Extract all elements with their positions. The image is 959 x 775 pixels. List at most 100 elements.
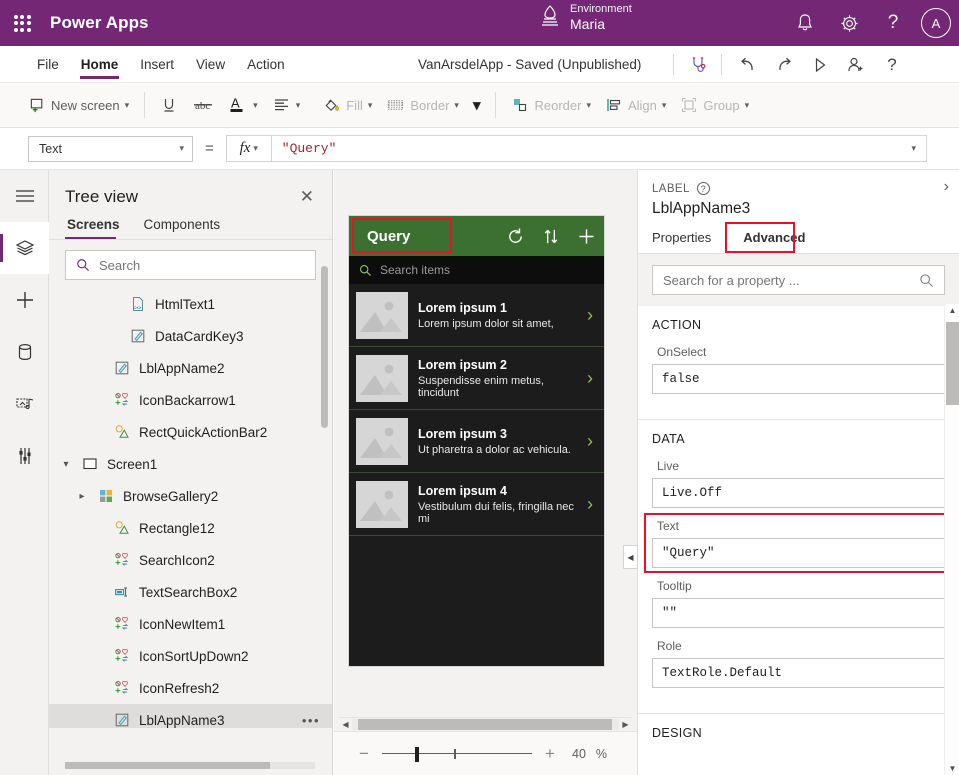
tab-properties[interactable]: Properties (652, 225, 721, 253)
tree-item-datacardkey3[interactable]: DataCardKey3 (49, 320, 332, 352)
close-icon[interactable]: ✕ (296, 186, 318, 207)
tree-item-rectangle12[interactable]: Rectangle12 (49, 512, 332, 544)
redo-icon[interactable] (766, 46, 802, 83)
align-button[interactable]: Align ▾ (598, 89, 673, 121)
tree-item-iconnewitem1[interactable]: IconNewItem1 (49, 608, 332, 640)
share-user-icon[interactable] (838, 46, 874, 83)
menu-action[interactable]: Action (236, 46, 296, 83)
expand-chevron-icon[interactable]: › (944, 178, 949, 196)
undo-icon[interactable] (730, 46, 766, 83)
tree-search-input[interactable]: Search (65, 250, 316, 280)
tree-item-lblappname3[interactable]: LblAppName3••• (49, 704, 332, 728)
tree-horizontal-thumb[interactable] (65, 762, 270, 769)
sidebar-item-insert[interactable] (0, 274, 49, 326)
app-preview-screen[interactable]: Query (348, 215, 605, 667)
menu-view[interactable]: View (185, 46, 236, 83)
brand-title[interactable]: Power Apps (50, 13, 149, 33)
zoom-slider-thumb[interactable] (415, 747, 419, 762)
tab-screens[interactable]: Screens (65, 213, 126, 239)
preview-play-icon[interactable] (802, 46, 838, 83)
tree-item-searchicon2[interactable]: SearchIcon2 (49, 544, 332, 576)
sidebar-item-advanced-tools[interactable] (0, 430, 49, 482)
app-search-box[interactable]: Search items (349, 256, 604, 284)
chevron-right-icon[interactable]: › (587, 494, 593, 515)
tree-horizontal-scrollbar[interactable] (65, 762, 315, 769)
chevron-right-icon[interactable]: › (587, 305, 593, 326)
app-title-label[interactable]: Query (359, 228, 410, 245)
more-options-button[interactable]: ▾ (466, 89, 488, 121)
border-button[interactable]: Border ▾ (379, 89, 466, 121)
font-color-button[interactable]: A ▾ (221, 89, 265, 121)
notifications-icon[interactable] (785, 3, 825, 43)
menu-insert[interactable]: Insert (129, 46, 185, 83)
property-field-input[interactable]: Live.Off (652, 478, 945, 508)
tree-vertical-scrollbar[interactable] (321, 266, 328, 428)
property-field-input[interactable]: "Query" (652, 538, 945, 568)
environment-selector[interactable]: Environment Maria (540, 3, 632, 32)
canvas-scroll-thumb[interactable] (358, 719, 612, 730)
strikethrough-button[interactable]: abc (185, 89, 221, 121)
tree-item-browsegallery2[interactable]: ▸BrowseGallery2 (49, 480, 332, 512)
canvas-scroll-track[interactable] (352, 719, 619, 730)
zoom-in-button[interactable]: + (542, 744, 558, 764)
hamburger-menu-icon[interactable] (0, 170, 49, 222)
chevron-right-icon[interactable]: ▸ (75, 491, 89, 502)
chevron-right-icon[interactable]: › (587, 368, 593, 389)
property-field-input[interactable]: TextRole.Default (652, 658, 945, 688)
zoom-out-button[interactable]: − (356, 744, 372, 764)
properties-scroll-thumb[interactable] (946, 322, 959, 405)
zoom-slider[interactable] (382, 747, 532, 761)
fill-button[interactable]: Fill ▾ (315, 89, 379, 121)
menu-home[interactable]: Home (70, 46, 130, 83)
help-question-icon[interactable]: ? (874, 46, 910, 83)
tab-components[interactable]: Components (142, 213, 227, 239)
scroll-right-arrow[interactable]: ▶ (619, 720, 632, 729)
group-button[interactable]: Group ▾ (673, 89, 756, 121)
property-selector[interactable]: Text ▾ (28, 136, 193, 162)
underline-button[interactable] (153, 89, 185, 121)
menu-file[interactable]: File (26, 46, 70, 83)
sidebar-item-tree-view[interactable] (0, 222, 49, 274)
property-field-input[interactable]: false (652, 364, 945, 394)
app-launcher-icon[interactable] (0, 15, 44, 32)
scroll-down-arrow[interactable]: ▼ (945, 764, 959, 773)
gallery-item[interactable]: Lorem ipsum 4Vestibulum dui felis, fring… (349, 473, 604, 536)
text-align-button[interactable]: ▾ (265, 89, 308, 121)
property-search-input[interactable]: Search for a property ... (652, 265, 945, 295)
gallery-item[interactable]: Lorem ipsum 2Suspendisse enim metus, tin… (349, 347, 604, 410)
new-item-plus-icon[interactable] (577, 227, 596, 246)
gallery-item[interactable]: Lorem ipsum 3Ut pharetra a dolor ac vehi… (349, 410, 604, 473)
gallery-item[interactable]: Lorem ipsum 1Lorem ipsum dolor sit amet,… (349, 284, 604, 347)
chevron-down-icon[interactable]: ▾ (911, 143, 916, 154)
reorder-button[interactable]: Reorder ▾ (504, 89, 598, 121)
properties-vertical-scrollbar[interactable]: ▲ ▼ (944, 304, 959, 775)
sidebar-item-media[interactable] (0, 378, 49, 430)
tree-item-screen1[interactable]: ▾Screen1 (49, 448, 332, 480)
formula-input[interactable]: "Query" ▾ (272, 135, 927, 162)
canvas-horizontal-scrollbar[interactable]: ◀ ▶ (339, 717, 632, 730)
scroll-left-arrow[interactable]: ◀ (339, 720, 352, 729)
new-screen-button[interactable]: New screen ▾ (22, 89, 136, 121)
tree-item-iconbackarrow1[interactable]: IconBackarrow1 (49, 384, 332, 416)
tab-advanced[interactable]: Advanced (743, 225, 815, 253)
tree-item-iconrefresh2[interactable]: IconRefresh2 (49, 672, 332, 704)
scroll-up-arrow[interactable]: ▲ (945, 306, 959, 315)
sort-updown-icon[interactable] (543, 227, 559, 246)
app-checker-icon[interactable] (680, 46, 716, 83)
property-field-input[interactable]: "" (652, 598, 945, 628)
fx-button[interactable]: fx ▾ (226, 135, 272, 162)
tree-item-rectquickactionbar2[interactable]: RectQuickActionBar2 (49, 416, 332, 448)
tree-item-lblappname2[interactable]: LblAppName2 (49, 352, 332, 384)
tree-item-iconsortupdown2[interactable]: IconSortUpDown2 (49, 640, 332, 672)
settings-icon[interactable] (829, 3, 869, 43)
tree-item-textsearchbox2[interactable]: TextSearchBox2 (49, 576, 332, 608)
avatar[interactable]: A (921, 8, 951, 38)
refresh-icon[interactable] (506, 227, 525, 246)
tree-item-htmltext1[interactable]: <•>HtmlText1 (49, 288, 332, 320)
tree-item-more-menu[interactable]: ••• (302, 713, 320, 728)
chevron-down-icon[interactable]: ▾ (59, 459, 73, 470)
help-icon[interactable]: ? (873, 3, 913, 43)
chevron-right-icon[interactable]: › (587, 431, 593, 452)
collapse-panel-button[interactable]: ◀ (623, 545, 638, 569)
sidebar-item-data[interactable] (0, 326, 49, 378)
